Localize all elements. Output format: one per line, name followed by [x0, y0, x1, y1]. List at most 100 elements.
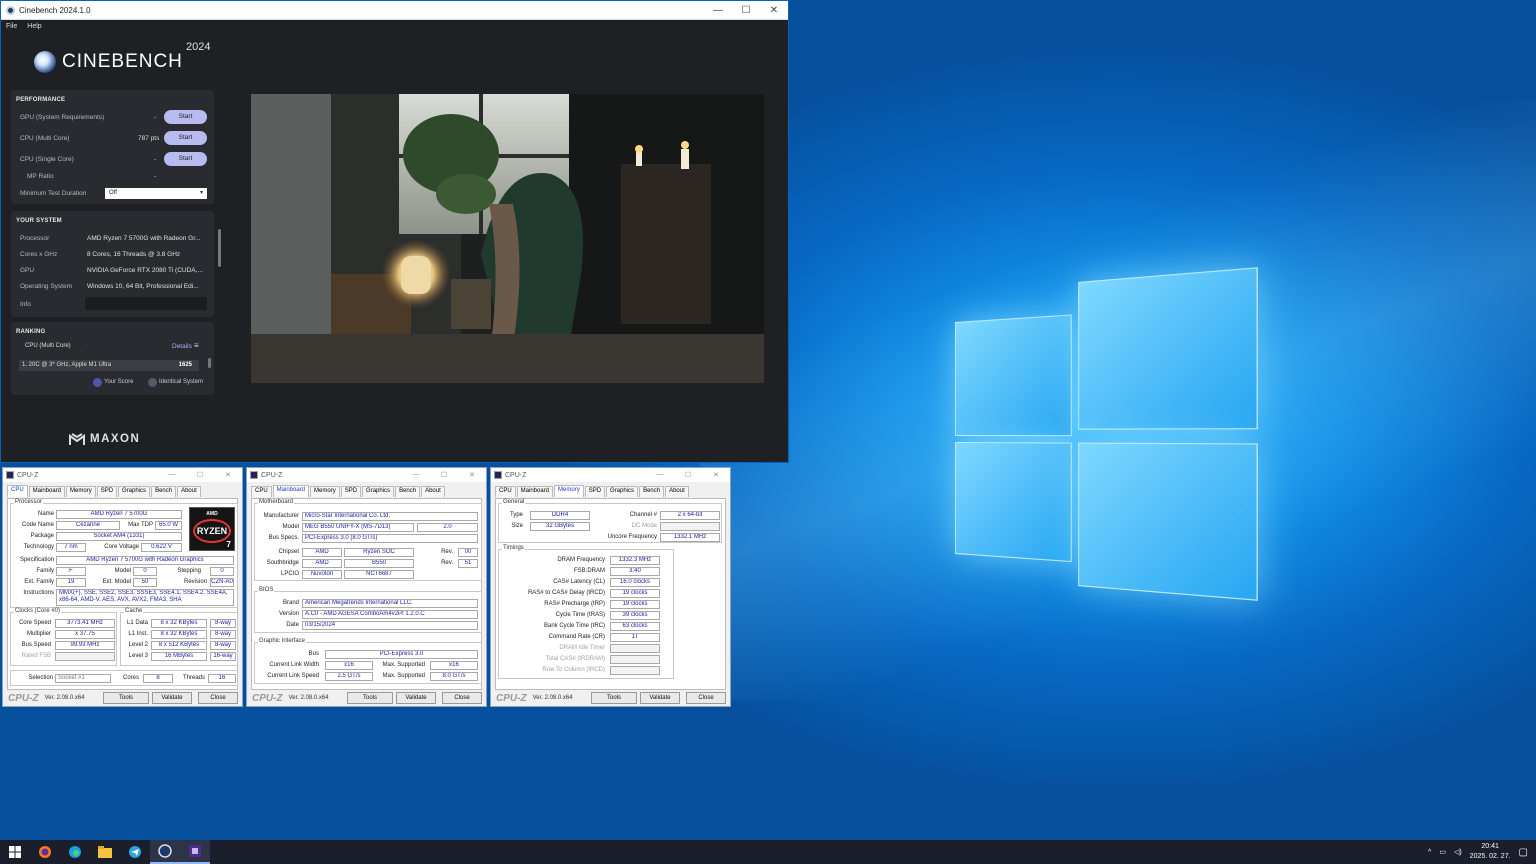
firefox-icon[interactable] — [30, 840, 60, 864]
tools-button[interactable]: Tools — [591, 692, 637, 704]
extmodel-label: Ext. Model — [102, 579, 131, 585]
info-field[interactable] — [85, 297, 207, 310]
tab-mainboard[interactable]: Mainboard — [272, 485, 310, 497]
close-button[interactable]: Close — [442, 692, 482, 704]
tab-mainboard[interactable]: Mainboard — [516, 486, 554, 497]
tools-button[interactable]: Tools — [347, 692, 393, 704]
l1inst-value: 8 x 32 KBytes — [151, 630, 207, 639]
close-icon[interactable]: ✕ — [458, 471, 486, 479]
close-icon[interactable]: ✕ — [702, 471, 730, 479]
processor-group: Processor Name AMD Ryzen 7 5700G Code Na… — [10, 499, 238, 608]
tab-spd[interactable]: SPD — [340, 486, 362, 497]
chevron-up-icon[interactable]: ^ — [1428, 849, 1431, 856]
busspecs-label: Bus Specs. — [268, 535, 299, 541]
close-icon[interactable]: ✕ — [214, 471, 242, 479]
busspeed-value: 99.93 MHz — [55, 641, 115, 650]
selection-dropdown[interactable]: Socket #1 — [55, 674, 111, 683]
close-icon[interactable]: ✕ — [760, 5, 788, 16]
tab-spd[interactable]: SPD — [96, 486, 118, 497]
start-icon[interactable] — [0, 840, 30, 864]
maximize-icon[interactable]: ☐ — [674, 471, 702, 479]
system-scrollbar[interactable] — [218, 229, 221, 267]
os-label: Operating System — [20, 283, 73, 290]
l3-label: Level 3 — [128, 653, 148, 659]
identical-legend-icon — [148, 378, 157, 387]
validate-button[interactable]: Validate — [396, 692, 436, 704]
tab-graphics[interactable]: Graphics — [118, 486, 151, 497]
link-speed-label: Current Link Speed — [267, 673, 319, 679]
title-bar: CPU-Z — ☐ ✕ — [3, 468, 242, 482]
tab-cpu[interactable]: CPU — [7, 485, 28, 497]
cinebench-taskbar-icon[interactable] — [150, 840, 180, 864]
notification-icon[interactable]: ▢ — [1519, 847, 1528, 858]
manufacturer-label: Manufacturer — [263, 513, 299, 519]
maximize-icon[interactable]: ☐ — [186, 471, 214, 479]
details-link[interactable]: Details — [172, 343, 192, 350]
model-label: Model — [282, 524, 299, 530]
validate-button[interactable]: Validate — [152, 692, 192, 704]
tab-about[interactable]: About — [421, 486, 445, 497]
tab-memory[interactable]: Memory — [554, 485, 584, 497]
tab-cpu[interactable]: CPU — [251, 486, 272, 497]
tab-spd[interactable]: SPD — [584, 486, 606, 497]
minimize-icon[interactable]: — — [646, 471, 674, 479]
graphic-interface-label: Graphic Interface — [258, 638, 307, 644]
cpuz-taskbar-icon[interactable] — [180, 840, 210, 864]
tab-memory[interactable]: Memory — [310, 486, 340, 497]
ranking-scrollbar[interactable] — [208, 358, 211, 368]
info-label: Info — [20, 301, 31, 308]
telegram-icon[interactable] — [120, 840, 150, 864]
ranking-entry[interactable]: 1. 20C @ 3* GHz, Apple M1 Ultra 1625 — [19, 360, 199, 371]
performance-heading: PERFORMANCE — [16, 97, 66, 103]
filter-icon[interactable]: ≡ — [194, 341, 199, 350]
volume-icon[interactable]: ◁) — [1454, 848, 1462, 856]
cinebench-logo: CINEBENCH 2024 — [34, 41, 210, 73]
minimize-icon[interactable]: — — [704, 5, 732, 16]
cpuz-mainboard-window: CPU-Z — ☐ ✕ CPU Mainboard Memory SPD Graphi… — [246, 467, 487, 707]
min-duration-dropdown[interactable]: Off — [105, 188, 207, 199]
maximize-icon[interactable]: ☐ — [430, 471, 458, 479]
minimize-icon[interactable]: — — [402, 471, 430, 479]
tab-graphics[interactable]: Graphics — [606, 486, 639, 497]
minimize-icon[interactable]: — — [158, 471, 186, 479]
channel-label: Channel # — [629, 512, 657, 518]
tab-cpu[interactable]: CPU — [495, 486, 516, 497]
gpu-start-button[interactable]: Start — [164, 110, 207, 124]
southbridge-vendor: AMD — [302, 559, 342, 568]
tab-memory[interactable]: Memory — [66, 486, 96, 497]
timing-label: DRAM Idle Timer — [559, 645, 605, 651]
maximize-icon[interactable]: ☐ — [732, 5, 760, 16]
menu-file[interactable]: File — [6, 23, 17, 30]
tab-graphics[interactable]: Graphics — [362, 486, 395, 497]
tab-about[interactable]: About — [665, 486, 689, 497]
tab-bench[interactable]: Bench — [639, 486, 665, 497]
maxtdp-value: 65.0 W — [155, 521, 182, 530]
tab-about[interactable]: About — [177, 486, 201, 497]
multicore-start-button[interactable]: Start — [164, 131, 207, 145]
close-button[interactable]: Close — [686, 692, 726, 704]
name-label: Name — [37, 511, 54, 517]
clock[interactable]: 20:41 2025. 02. 27. — [1470, 842, 1511, 862]
singlecore-start-button[interactable]: Start — [164, 152, 207, 166]
tab-bench[interactable]: Bench — [395, 486, 421, 497]
close-button[interactable]: Close — [198, 692, 238, 704]
bios-version-label: Version — [278, 611, 299, 617]
bios-group: BIOS Brand American Megatrends Internati… — [254, 587, 482, 633]
your-score-legend: Your Score — [104, 379, 134, 385]
bios-brand-value: American Megatrends International LLC. — [302, 599, 478, 608]
type-label: Type — [509, 512, 523, 518]
ranking-dropdown[interactable]: CPU (Multi Core) — [20, 341, 92, 352]
cores-label: Cores — [122, 675, 139, 681]
validate-button[interactable]: Validate — [640, 692, 680, 704]
network-icon[interactable]: ▭ — [1439, 848, 1446, 856]
tab-mainboard[interactable]: Mainboard — [28, 486, 66, 497]
singlecore-test-label: CPU (Single Core) — [20, 156, 74, 163]
processor-label: Processor — [20, 235, 50, 242]
tools-button[interactable]: Tools — [103, 692, 149, 704]
edge-icon[interactable] — [60, 840, 90, 864]
menu-help[interactable]: Help — [27, 23, 41, 30]
tab-bench[interactable]: Bench — [151, 486, 177, 497]
chipset-rev-value: 00 — [458, 548, 478, 557]
file-explorer-icon[interactable] — [90, 840, 120, 864]
family-label: Family — [36, 568, 54, 574]
